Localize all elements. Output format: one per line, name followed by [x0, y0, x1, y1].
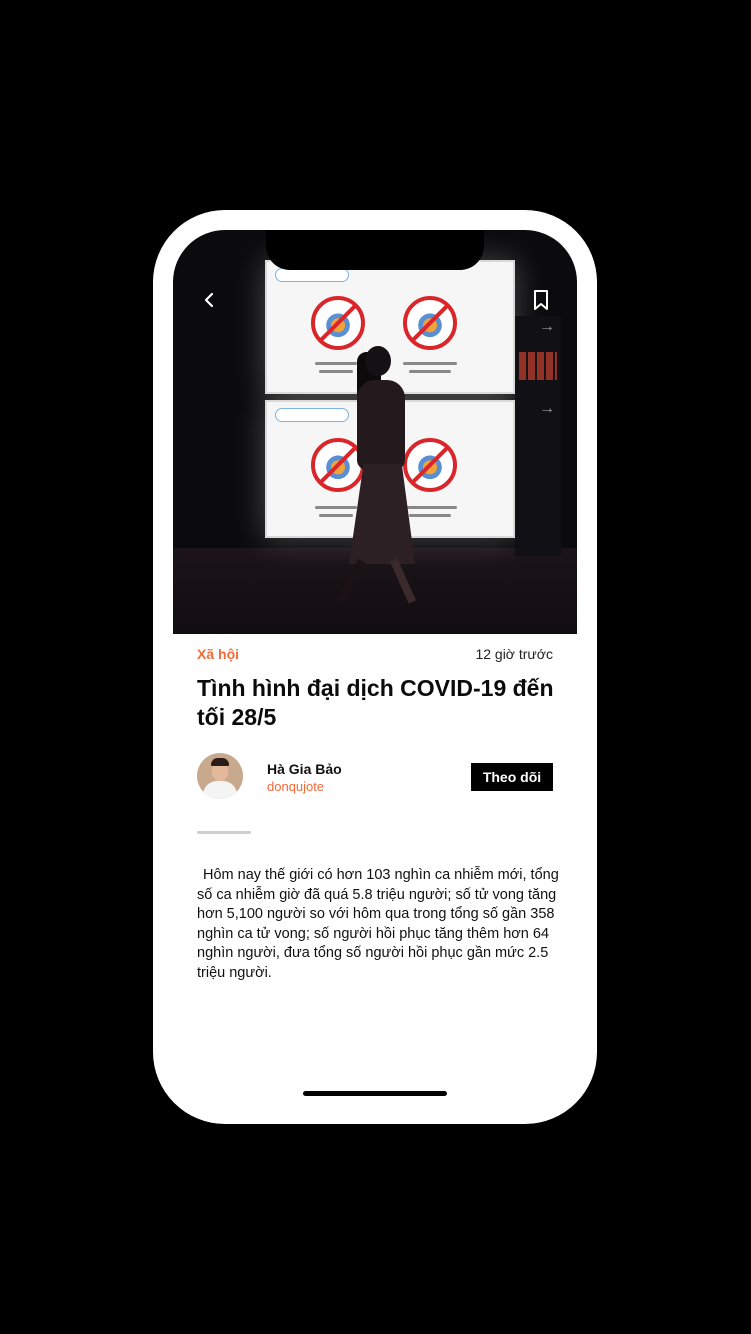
- poster-tag: [275, 408, 349, 422]
- author-name[interactable]: Hà Gia Bảo: [267, 761, 342, 777]
- avatar[interactable]: [197, 753, 243, 799]
- arrow-right-icon: →: [539, 318, 555, 335]
- wall-sign-panel: → →: [515, 316, 561, 556]
- avatar-shirt: [203, 781, 237, 799]
- article-title: Tình hình đại dịch COVID-19 đến tối 28/5: [197, 675, 554, 730]
- avatar-hair: [211, 758, 229, 766]
- phone-notch: [266, 230, 484, 270]
- silhouette-head: [365, 346, 391, 376]
- bookmark-button[interactable]: [525, 284, 557, 316]
- follow-button[interactable]: Theo dõi: [471, 763, 553, 791]
- chevron-left-icon: [204, 292, 214, 308]
- silhouette-leg: [389, 558, 417, 604]
- article-body: Hôm nay thế giới có hơn 103 nghìn ca nhi…: [197, 867, 559, 981]
- silhouette-leg: [336, 558, 366, 604]
- phone-frame: → → Xã hội 12 giờ trước Tình hình đại dị…: [153, 210, 597, 1124]
- category-label[interactable]: Xã hội: [197, 646, 239, 662]
- home-indicator[interactable]: [303, 1091, 447, 1096]
- section-divider: [197, 831, 251, 834]
- back-button[interactable]: [193, 284, 225, 316]
- bookmark-icon: [534, 290, 548, 310]
- arrow-right-icon: →: [539, 400, 555, 417]
- publish-time: 12 giờ trước: [475, 646, 553, 662]
- silhouette-skirt: [349, 464, 415, 564]
- wall-sign-blocks: [519, 352, 557, 380]
- article-meta: Xã hội 12 giờ trước: [197, 646, 553, 666]
- silhouette-body: [357, 380, 405, 470]
- author-handle: donqujote: [267, 779, 325, 794]
- walking-woman-silhouette: [336, 346, 425, 606]
- author-row: Hà Gia Bảo donqujote Theo dõi: [197, 753, 553, 801]
- hero-image: → →: [173, 230, 577, 634]
- prohibition-sign: [403, 296, 457, 350]
- article-screen: → → Xã hội 12 giờ trước Tình hình đại dị…: [173, 230, 577, 1104]
- poster-tag: [275, 268, 349, 282]
- prohibition-sign: [311, 296, 365, 350]
